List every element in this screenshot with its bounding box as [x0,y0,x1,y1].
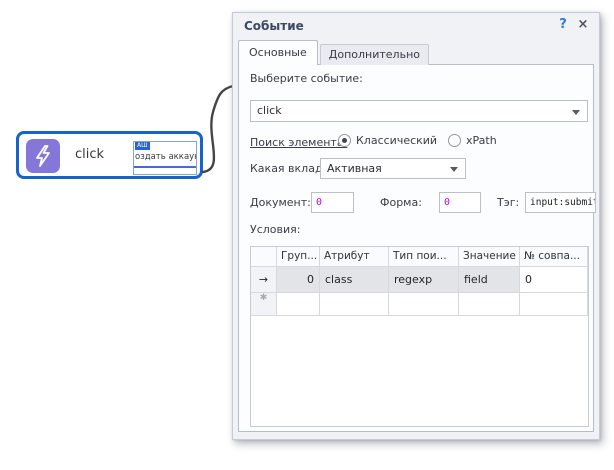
cell-attribute[interactable]: class [320,267,389,293]
radio-classic-label: Классический [356,134,437,147]
form-label: Форма: [380,196,422,209]
node-label: click [75,147,104,162]
which-tab-value: Активная [327,162,382,175]
grid-row[interactable]: → 0 class regexp field 0 [251,267,588,293]
radio-unselected-icon [448,134,461,147]
tag-input[interactable]: input:submit [525,192,596,213]
event-select-value: click [257,104,282,117]
thumbnail-text: оздать аккаун [135,152,197,162]
thumbnail-underline [134,166,196,168]
dialog-titlebar[interactable]: Событие ? × [233,13,599,39]
radio-classic[interactable]: Классический [338,134,437,147]
event-select-label: Выберите событие: [250,72,363,85]
close-icon[interactable]: × [575,17,591,35]
cell-value[interactable]: field [459,267,520,293]
radio-xpath[interactable]: xPath [448,134,497,147]
action-node-click[interactable]: click АШ оздать аккаун [16,131,203,179]
radio-xpath-label: xPath [466,134,497,147]
lightning-icon [26,139,60,173]
cell-empty[interactable] [277,293,320,316]
event-dialog: Событие ? × Основные Дополнительно Выбер… [232,12,600,440]
column-header-searchtype[interactable]: Тип пои... [389,247,459,267]
tab-strip: Основные Дополнительно [238,40,429,65]
element-thumbnail: АШ оздать аккаун [133,141,197,175]
cell-searchtype[interactable]: regexp [389,267,459,293]
tag-label: Тэг: [497,196,519,209]
dialog-title: Событие [244,19,304,33]
conditions-label: Условия: [250,223,300,236]
tab-additional[interactable]: Дополнительно [320,44,429,65]
cell-empty[interactable] [459,293,520,316]
cell-empty[interactable] [520,293,588,316]
cell-empty[interactable] [320,293,389,316]
thumbnail-highlight-tag: АШ [135,142,150,150]
cell-match[interactable]: 0 [520,267,588,293]
grid-new-row[interactable]: ✱ [251,293,588,316]
tab-page-main: Выберите событие: click Поиск элемента: … [238,64,594,432]
column-header-match[interactable]: № совпа... [520,247,588,267]
new-row-asterisk-icon: ✱ [251,293,277,316]
tab-main[interactable]: Основные [238,40,318,65]
element-search-link[interactable]: Поиск элемента: [250,136,347,149]
chevron-down-icon [450,167,458,172]
document-input[interactable]: 0 [311,192,354,213]
column-header-attribute[interactable]: Атрибут [320,247,389,267]
radio-selected-icon [338,134,351,147]
cell-empty[interactable] [389,293,459,316]
cell-group[interactable]: 0 [277,267,320,293]
event-select-combobox[interactable]: click [250,100,588,122]
grid-corner-cell [251,247,277,267]
current-row-arrow-icon: → [251,267,277,293]
conditions-grid[interactable]: Груп... Атрибут Тип пои... Значение № со… [250,246,589,427]
help-icon[interactable]: ? [555,17,571,35]
chevron-down-icon [572,110,580,115]
document-label: Документ: [250,196,311,209]
which-tab-combobox[interactable]: Активная [320,158,466,179]
form-input[interactable]: 0 [439,192,481,213]
grid-header-row: Груп... Атрибут Тип пои... Значение № со… [251,247,588,267]
column-header-value[interactable]: Значение [459,247,520,267]
column-header-group[interactable]: Груп... [277,247,320,267]
